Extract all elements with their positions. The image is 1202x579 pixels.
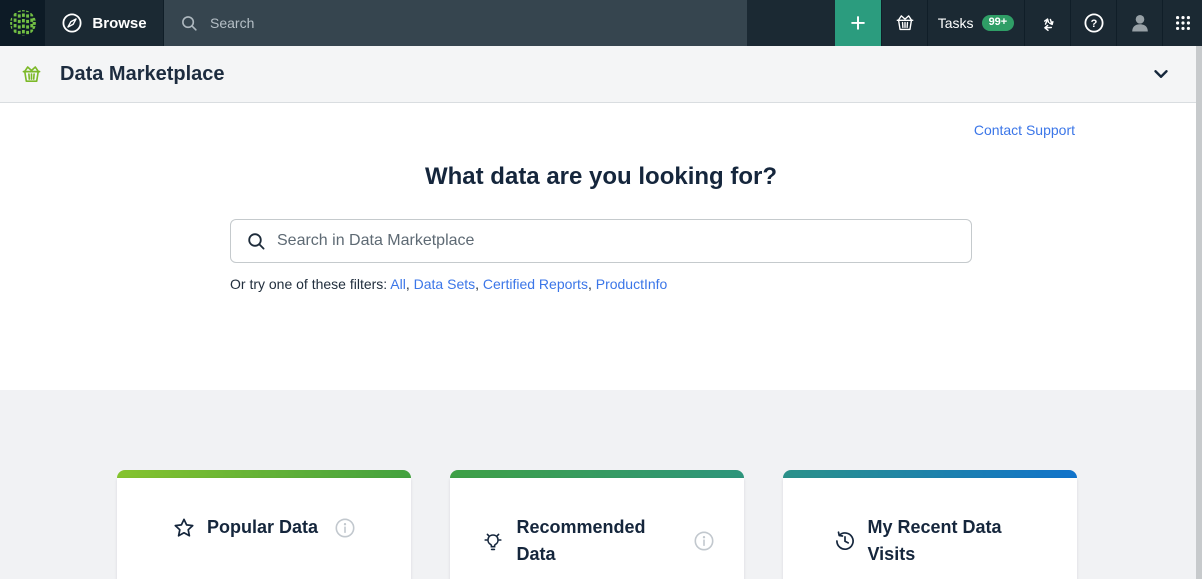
brand-logo-icon <box>8 8 38 38</box>
app-logo[interactable] <box>0 0 45 46</box>
page-heading: What data are you looking for? <box>0 103 1202 191</box>
filter-link-data-sets[interactable]: Data Sets <box>414 276 475 292</box>
scrollbar-thumb[interactable] <box>1196 46 1202 579</box>
vertical-scrollbar[interactable] <box>1196 46 1202 579</box>
help-button[interactable]: ? <box>1070 0 1116 46</box>
recommended-data-card: Recommended Data <box>450 470 744 579</box>
apps-grid-icon <box>1173 13 1193 33</box>
card-title: My Recent Data Visits <box>868 514 1028 568</box>
workflows-button[interactable] <box>1024 0 1070 46</box>
lightbulb-icon <box>480 528 506 554</box>
info-icon[interactable] <box>693 530 715 552</box>
card-accent-bar <box>783 470 1077 478</box>
global-search-bar[interactable] <box>164 0 747 46</box>
browse-label: Browse <box>92 15 146 32</box>
filter-link-certified-reports[interactable]: Certified Reports <box>483 276 588 292</box>
top-navigation-bar: Browse + <box>0 0 1202 46</box>
user-menu-button[interactable] <box>1116 0 1162 46</box>
apps-menu-button[interactable] <box>1162 0 1202 46</box>
info-icon[interactable] <box>334 517 356 539</box>
marketplace-search-input[interactable] <box>277 232 956 250</box>
compass-icon <box>61 12 83 34</box>
collapse-header-button[interactable] <box>1150 63 1172 85</box>
app-window: Browse + <box>0 0 1202 579</box>
shopping-basket-button[interactable] <box>881 0 927 46</box>
cards-section: Popular Data <box>0 390 1202 579</box>
marketplace-search-box[interactable] <box>230 219 972 263</box>
plus-icon: + <box>850 8 866 39</box>
card-accent-bar <box>450 470 744 478</box>
chevron-down-icon <box>1150 63 1172 85</box>
main-content: Contact Support What data are you lookin… <box>0 103 1202 390</box>
tasks-label: Tasks <box>938 15 974 31</box>
filter-link-all[interactable]: All <box>390 276 406 292</box>
card-title: Recommended Data <box>517 514 677 568</box>
filter-link-productinfo[interactable]: ProductInfo <box>596 276 668 292</box>
browse-menu-button[interactable]: Browse <box>45 0 164 46</box>
topbar-spacer <box>747 0 835 46</box>
cycle-arrows-icon <box>1037 12 1059 34</box>
popular-data-card: Popular Data <box>117 470 411 579</box>
contact-support-link[interactable]: Contact Support <box>974 122 1075 138</box>
star-icon <box>172 516 196 540</box>
filters-intro-label: Or try one of these filters: <box>230 276 387 292</box>
user-avatar-icon <box>1128 11 1152 35</box>
recent-visits-card: My Recent Data Visits <box>783 470 1077 579</box>
filter-suggestions: Or try one of these filters: All, Data S… <box>230 276 972 292</box>
svg-text:?: ? <box>1090 18 1097 30</box>
search-icon <box>180 14 198 32</box>
tasks-count-badge: 99+ <box>982 15 1015 31</box>
history-icon <box>833 529 857 553</box>
create-button[interactable]: + <box>835 0 881 46</box>
card-title: Popular Data <box>207 514 318 541</box>
tasks-button[interactable]: Tasks 99+ <box>927 0 1024 46</box>
search-icon <box>246 231 266 251</box>
page-title: Data Marketplace <box>60 63 225 86</box>
basket-icon <box>894 12 916 34</box>
marketplace-basket-icon <box>20 63 43 86</box>
global-search-input[interactable] <box>210 15 731 31</box>
help-icon: ? <box>1083 12 1105 34</box>
card-accent-bar <box>117 470 411 478</box>
page-header-bar: Data Marketplace <box>0 46 1202 103</box>
